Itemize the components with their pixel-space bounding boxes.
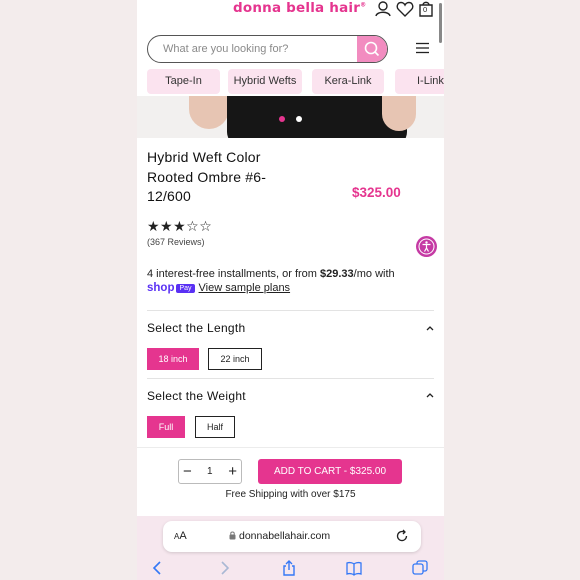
product-price: $325.00 xyxy=(352,185,401,200)
divider xyxy=(147,310,434,311)
installments-text: 4 interest-free installments, or from $2… xyxy=(147,268,395,280)
category-chip-tape-in[interactable]: Tape-In xyxy=(147,69,220,94)
search-button[interactable] xyxy=(357,36,387,62)
length-option-18-inch[interactable]: 18 inch xyxy=(147,348,199,370)
category-chip-kera-link[interactable]: Kera-Link xyxy=(312,69,384,94)
free-shipping-note: Free Shipping with over $175 xyxy=(225,489,356,500)
rating-stars[interactable]: ★★★☆☆ xyxy=(147,218,212,235)
weight-section-title[interactable]: Select the Weight xyxy=(147,389,246,403)
product-title: Hybrid Weft Color Rooted Ombre #6-12/600 xyxy=(147,149,267,204)
product-photo-arm xyxy=(382,96,416,131)
carousel-dot[interactable] xyxy=(296,116,302,122)
add-to-cart-bar: − 1 + ADD TO CART - $325.00 Free Shippin… xyxy=(137,447,444,517)
quantity-decrease-button[interactable]: − xyxy=(183,463,192,480)
carousel-dot-active[interactable] xyxy=(279,116,285,122)
account-icon[interactable] xyxy=(374,0,392,18)
search-input[interactable]: What are you looking for? xyxy=(163,43,288,55)
shop-pay-badge: Pay xyxy=(176,284,195,293)
view-sample-plans-link[interactable]: View sample plans xyxy=(199,282,291,294)
heart-icon[interactable] xyxy=(396,0,414,18)
quantity-stepper: − 1 + xyxy=(178,459,242,484)
url-text[interactable]: donnabellahair.com xyxy=(239,530,330,542)
site-header: donna bella hair® 0 xyxy=(137,0,444,24)
product-image-carousel[interactable] xyxy=(137,96,444,138)
length-section-title[interactable]: Select the Length xyxy=(147,321,246,335)
shop-pay-logo: shop xyxy=(147,282,175,294)
lock-icon xyxy=(229,531,236,540)
address-bar[interactable]: AA donnabellahair.com xyxy=(163,521,421,552)
shop-pay-row: shop Pay View sample plans xyxy=(147,282,290,294)
browser-toolbar: AA donnabellahair.com xyxy=(137,516,444,580)
product-photo-model xyxy=(189,96,229,129)
brand-logo[interactable]: donna bella hair® xyxy=(233,0,366,16)
chevron-up-icon[interactable] xyxy=(425,324,435,332)
weight-option-half[interactable]: Half xyxy=(195,416,235,438)
add-to-cart-button[interactable]: ADD TO CART - $325.00 xyxy=(258,459,402,484)
back-icon[interactable] xyxy=(150,560,166,576)
category-chip-hybrid-wefts[interactable]: Hybrid Wefts xyxy=(228,69,302,94)
quantity-value[interactable]: 1 xyxy=(207,466,213,477)
scrollbar[interactable] xyxy=(439,3,442,43)
chevron-up-icon[interactable] xyxy=(425,391,435,399)
divider xyxy=(147,378,434,379)
bookmarks-icon[interactable] xyxy=(346,560,362,576)
cart-icon[interactable]: 0 xyxy=(417,0,435,18)
share-icon[interactable] xyxy=(281,560,297,576)
length-option-22-inch[interactable]: 22 inch xyxy=(208,348,262,370)
tabs-icon[interactable] xyxy=(412,560,428,576)
hamburger-menu-icon[interactable] xyxy=(416,42,429,54)
category-chip-i-link[interactable]: I-Link xyxy=(395,69,444,94)
reload-icon[interactable] xyxy=(395,529,409,543)
cart-count: 0 xyxy=(423,5,428,14)
review-count[interactable]: (367 Reviews) xyxy=(147,237,205,247)
text-size-button[interactable]: AA xyxy=(174,530,187,542)
product-photo-dress xyxy=(227,96,407,138)
weight-option-full[interactable]: Full xyxy=(147,416,185,438)
phone-screen: donna bella hair® 0 What are you looking… xyxy=(137,0,444,580)
quantity-increase-button[interactable]: + xyxy=(228,463,237,480)
forward-icon[interactable] xyxy=(216,560,232,576)
search-bar[interactable]: What are you looking for? xyxy=(147,35,388,63)
installment-amount: $29.33 xyxy=(320,268,354,280)
accessibility-button[interactable] xyxy=(416,236,437,257)
accessibility-icon xyxy=(418,238,435,255)
search-icon xyxy=(364,41,380,57)
